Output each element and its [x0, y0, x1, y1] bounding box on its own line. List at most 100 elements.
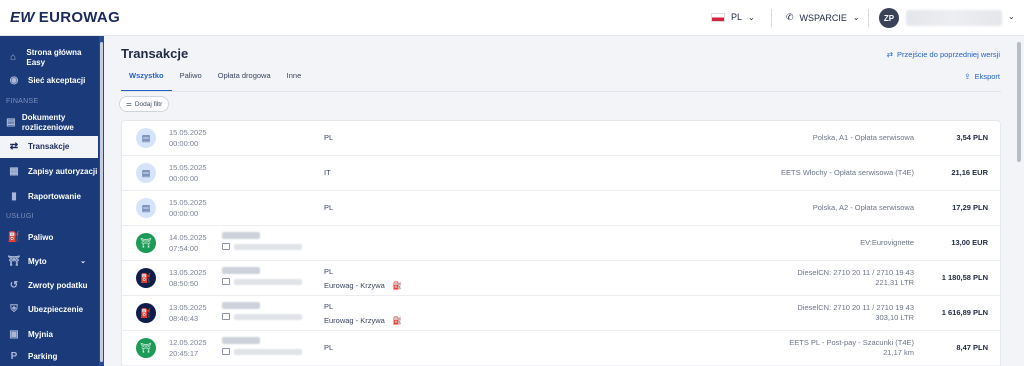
tab-other[interactable]: Inne — [279, 70, 310, 92]
switch-arrows-icon: ⇄ — [886, 50, 894, 59]
sidebar-item-label: Parking — [28, 352, 58, 361]
page-title: Transakcje — [121, 46, 189, 61]
station-label: Eurowag - Krzywa — [324, 316, 385, 325]
sidebar-item-transactions[interactable]: ⇄ Transakcje — [0, 136, 98, 158]
transaction-description: Polska, A2 - Opłata serwisowa — [813, 203, 914, 213]
sidebar-item-label: Sieć akceptacji — [28, 76, 86, 85]
transaction-time: 00:00:00 — [169, 139, 199, 148]
sidebar-item-insurance[interactable]: ⛨ Ubezpieczenie — [0, 301, 98, 319]
avatar[interactable]: ZP — [879, 8, 899, 28]
station-name: Eurowag - Krzywa ⛽ — [324, 281, 402, 290]
sidebar-section-services: USŁUGI — [6, 213, 34, 220]
user-name-redacted[interactable] — [906, 10, 1002, 26]
add-filter-label: Dodaj filtr — [134, 100, 163, 108]
document-icon: ▤ — [136, 128, 156, 148]
sidebar-item-acceptance-network[interactable]: ◉ Sieć akceptacji — [0, 72, 98, 90]
export-button[interactable]: ⇪ Eksport — [964, 72, 1000, 81]
redacted-card-number — [234, 244, 302, 250]
table-row[interactable]: ⛩ 14.05.2025 07:54:00 EV:Eurovignette 13,00 … — [122, 226, 1000, 261]
chevron-down-icon: ⌄ — [852, 13, 860, 22]
language-selector[interactable]: PL ⌄ — [711, 12, 755, 22]
sidebar-item-tax-refunds[interactable]: ↺ Zwroty podatku — [0, 277, 98, 295]
table-row[interactable]: ⛩ 12.05.2025 20:45:17 PL EETS PL - Post-pay … — [122, 331, 1000, 366]
transaction-amount: 21,16 EUR — [951, 168, 988, 177]
description-text: DieselCN: 2710 20 11 / 2710 19 43 — [797, 268, 914, 277]
main-content: Transakcje ⇄ Przejście do poprzedniej we… — [104, 36, 1014, 366]
tax-refund-icon: ↺ — [9, 280, 19, 291]
previous-version-link[interactable]: ⇄ Przejście do poprzedniej wersji — [887, 50, 1000, 59]
fuel-pump-icon: ⛽ — [136, 268, 156, 288]
document-icon: ▤ — [136, 163, 156, 183]
support-menu[interactable]: ✆ WSPARCIE ⌄ — [786, 12, 860, 23]
transaction-amount: 8,47 PLN — [956, 343, 988, 352]
sidebar-item-toll[interactable]: ⛩ Myto ⌄ — [0, 253, 98, 271]
sidebar-item-authorization-records[interactable]: ▦ Zapisy autoryzacji — [0, 160, 98, 184]
location-pin-icon: ◉ — [9, 75, 19, 86]
tab-fuel[interactable]: Paliwo — [172, 70, 210, 92]
transaction-time: 08:46:43 — [169, 314, 199, 323]
poland-flag-icon — [711, 12, 725, 22]
transaction-amount: 1 180,58 PLN — [941, 273, 988, 282]
card-icon — [222, 313, 230, 320]
transaction-description: EV:Eurovignette — [860, 238, 914, 248]
sidebar-item-documents[interactable]: ▤ Dokumenty rozliczeniowe — [0, 111, 98, 135]
transaction-description: EETS PL - Post-pay - Szacunki (T4E) 21,17… — [789, 338, 914, 358]
sidebar-item-fuel[interactable]: ⛽ Paliwo — [0, 229, 98, 247]
eurowag-logo[interactable]: EW EUROWAG — [10, 9, 120, 26]
sidebar-item-wash[interactable]: ▣ Myjnia — [0, 326, 98, 344]
sidebar-item-label: Zapisy autoryzacji — [28, 167, 98, 176]
sidebar-item-reporting[interactable]: ▮ Raportowanie — [0, 188, 98, 206]
transaction-time: 08:50:50 — [169, 279, 199, 288]
transaction-country: PL — [324, 302, 334, 311]
quantity-text: 21,17 km — [883, 348, 914, 357]
redacted-vehicle — [222, 337, 260, 344]
table-row[interactable]: ⛽ 13.05.2025 08:46:43 PL Eurowag - Krzywa ⛽ Di… — [122, 296, 1000, 331]
support-label: WSPARCIE — [799, 12, 847, 23]
home-icon: ⌂ — [10, 52, 17, 63]
sidebar-item-label: Myto — [28, 257, 47, 266]
table-row[interactable]: ▤ 15.05.2025 00:00:00 PL Polska, A2 - Opłata… — [122, 191, 1000, 226]
main-scrollbar[interactable] — [1014, 36, 1024, 366]
table-row[interactable]: ⛽ 13.05.2025 08:50:50 PL Eurowag - Krzywa ⛽ Di… — [122, 261, 1000, 296]
scrollbar-thumb[interactable] — [1017, 42, 1021, 162]
transaction-description: DieselCN: 2710 20 11 / 2710 19 43 221,31 … — [797, 268, 914, 288]
transaction-date: 13.05.2025 — [169, 303, 207, 312]
sidebar-item-label: Zwroty podatku — [28, 281, 88, 290]
transaction-time: 07:54:00 — [169, 244, 199, 253]
redacted-vehicle — [222, 267, 260, 274]
redacted-vehicle — [222, 232, 260, 239]
sidebar-item-label: Transakcje — [28, 142, 70, 151]
chevron-down-icon: ⌄ — [80, 258, 86, 265]
transaction-date: 15.05.2025 — [169, 198, 207, 207]
language-label: PL — [731, 12, 743, 22]
table-row[interactable]: ▤ 15.05.2025 00:00:00 IT EETS Włochy - Opłat… — [122, 156, 1000, 191]
sidebar-item-label: Strona główna Easy — [26, 48, 82, 67]
transaction-amount: 3,54 PLN — [956, 133, 988, 142]
transaction-date: 15.05.2025 — [169, 128, 207, 137]
transaction-description: DieselCN: 2710 20 11 / 2710 19 43 303,10 … — [797, 303, 914, 323]
transaction-date: 13.05.2025 — [169, 268, 207, 277]
transaction-amount: 1 616,89 PLN — [941, 308, 988, 317]
sidebar-item-parking[interactable]: P Parking — [0, 348, 98, 366]
top-bar: EW EUROWAG PL ⌄ ✆ WSPARCIE ⌄ ZP ⌄ — [0, 0, 1024, 36]
table-row[interactable]: ▤ 15.05.2025 00:00:00 PL Polska, A1 - Opłata… — [122, 121, 1000, 156]
previous-version-label: Przejście do poprzedniej wersji — [897, 50, 1000, 59]
divider — [868, 9, 869, 27]
transfer-arrows-icon: ⇄ — [9, 141, 19, 152]
redacted-card-number — [234, 314, 302, 320]
phone-icon: ✆ — [786, 12, 794, 22]
sidebar-item-label: Paliwo — [28, 233, 54, 242]
tab-all[interactable]: Wszystko — [121, 70, 172, 92]
station-name: Eurowag - Krzywa ⛽ — [324, 316, 402, 325]
transaction-date: 14.05.2025 — [169, 233, 207, 242]
sidebar-item-label: Dokumenty rozliczeniowe — [21, 113, 74, 132]
chevron-down-icon[interactable]: ⌄ — [1008, 12, 1015, 21]
transaction-datetime: 13.05.2025 08:50:50 — [169, 267, 207, 289]
description-text: Polska, A2 - Opłata serwisowa — [812, 203, 914, 212]
sidebar-item-home[interactable]: ⌂ Strona główna Easy — [0, 46, 98, 70]
fuel-station-icon: ⛽ — [392, 316, 403, 325]
scrollbar-thumb[interactable] — [100, 42, 103, 362]
description-text: EV:Eurovignette — [860, 238, 914, 247]
add-filter-button[interactable]: ⚌ Dodaj filtr — [119, 96, 170, 112]
tab-road-toll[interactable]: Opłata drogowa — [210, 70, 279, 92]
